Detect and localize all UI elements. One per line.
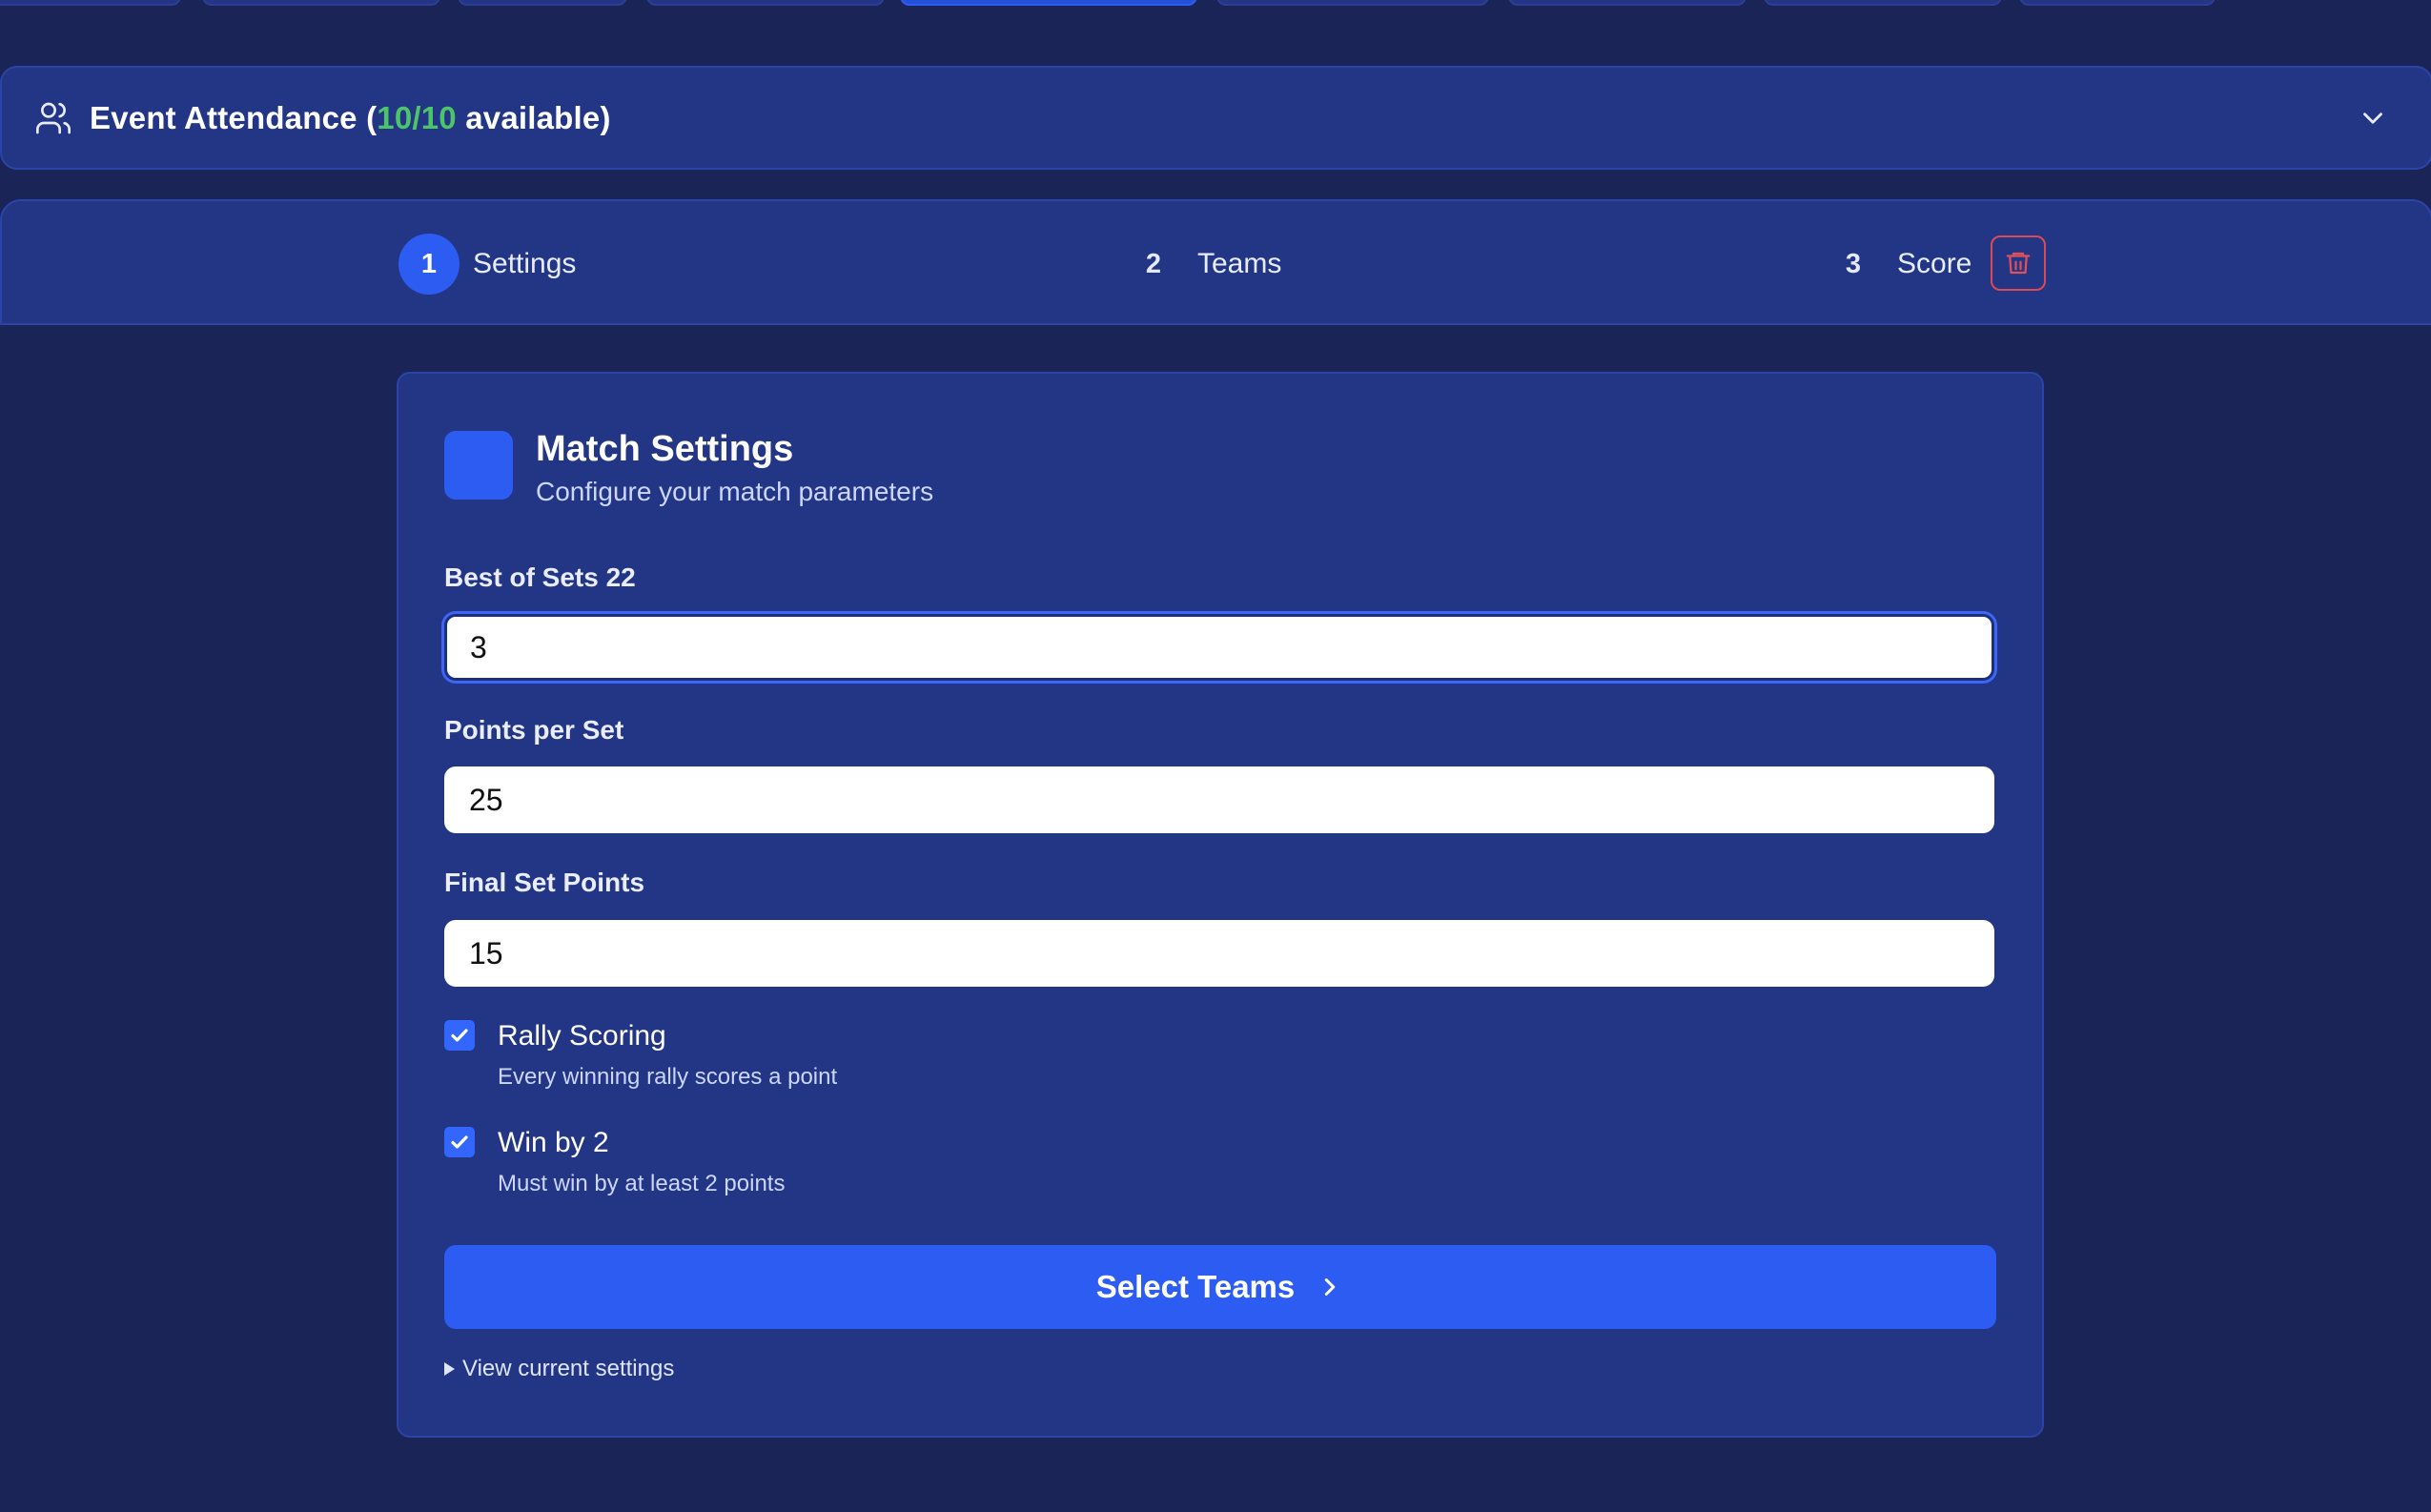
top-tab[interactable] — [1764, 0, 2002, 6]
best-of-sets-label: Best of Sets 22 — [444, 562, 636, 592]
points-per-set-input[interactable] — [444, 766, 1994, 833]
triangle-right-icon — [444, 1362, 455, 1376]
best-of-sets-input[interactable] — [444, 614, 1994, 681]
win-by-two-description: Must win by at least 2 points — [498, 1171, 786, 1196]
event-attendance-title: Event Attendance (10/10 available) — [90, 99, 611, 135]
points-per-set-label: Points per Set — [444, 715, 624, 745]
step-number: 2 — [1145, 248, 1162, 279]
top-tab[interactable] — [1508, 0, 1747, 6]
match-stepper: 1 Settings 2 Teams 3 Score — [0, 199, 2431, 325]
step-label: Teams — [1197, 248, 1282, 279]
rally-scoring-description: Every winning rally scores a point — [498, 1064, 838, 1090]
users-icon — [34, 99, 72, 137]
view-current-settings-toggle[interactable]: View current settings — [444, 1356, 674, 1382]
top-tab-strip — [0, 0, 2431, 10]
delete-match-button[interactable] — [1991, 235, 2046, 291]
top-tab[interactable] — [646, 0, 885, 6]
chevron-down-icon[interactable] — [2357, 102, 2389, 134]
select-teams-button[interactable]: Select Teams — [444, 1245, 1996, 1329]
event-attendance-header[interactable]: Event Attendance (10/10 available) — [0, 66, 2431, 170]
top-tab-active[interactable] — [900, 0, 1197, 6]
win-by-two-option: Win by 2 Must win by at least 2 points — [444, 1125, 785, 1197]
check-icon — [448, 1024, 471, 1047]
step-number: 1 — [398, 234, 460, 295]
chevron-right-icon — [1316, 1273, 1344, 1301]
select-teams-label: Select Teams — [1095, 1269, 1296, 1304]
step-number: 3 — [1845, 248, 1862, 279]
step-score[interactable]: 3 Score — [1823, 234, 1971, 295]
final-set-points-label: Final Set Points — [444, 868, 645, 897]
card-title: Match Settings — [536, 429, 794, 469]
step-label: Score — [1897, 248, 1972, 279]
settings-badge-icon — [444, 431, 513, 500]
top-tab[interactable] — [2019, 0, 2216, 6]
check-icon — [448, 1131, 471, 1154]
rally-scoring-checkbox[interactable] — [444, 1020, 475, 1051]
view-current-settings-label: View current settings — [462, 1356, 675, 1381]
top-tab[interactable] — [202, 0, 440, 6]
card-subtitle: Configure your match parameters — [536, 477, 934, 506]
top-tab[interactable] — [458, 0, 627, 6]
top-tab[interactable] — [1216, 0, 1489, 6]
card-header: Match Settings Configure your match para… — [444, 429, 934, 507]
match-settings-card: Match Settings Configure your match para… — [397, 372, 2044, 1438]
step-settings[interactable]: 1 Settings — [398, 234, 576, 295]
win-by-two-label: Win by 2 — [498, 1127, 609, 1158]
rally-scoring-option: Rally Scoring Every winning rally scores… — [444, 1018, 837, 1091]
step-teams[interactable]: 2 Teams — [1123, 234, 1281, 295]
trash-icon — [2004, 249, 2033, 277]
attendance-count: 10/10 — [377, 99, 457, 135]
rally-scoring-label: Rally Scoring — [498, 1020, 666, 1052]
top-tab[interactable] — [0, 0, 181, 6]
win-by-two-checkbox[interactable] — [444, 1127, 475, 1157]
final-set-points-input[interactable] — [444, 920, 1994, 987]
step-label: Settings — [473, 248, 577, 279]
